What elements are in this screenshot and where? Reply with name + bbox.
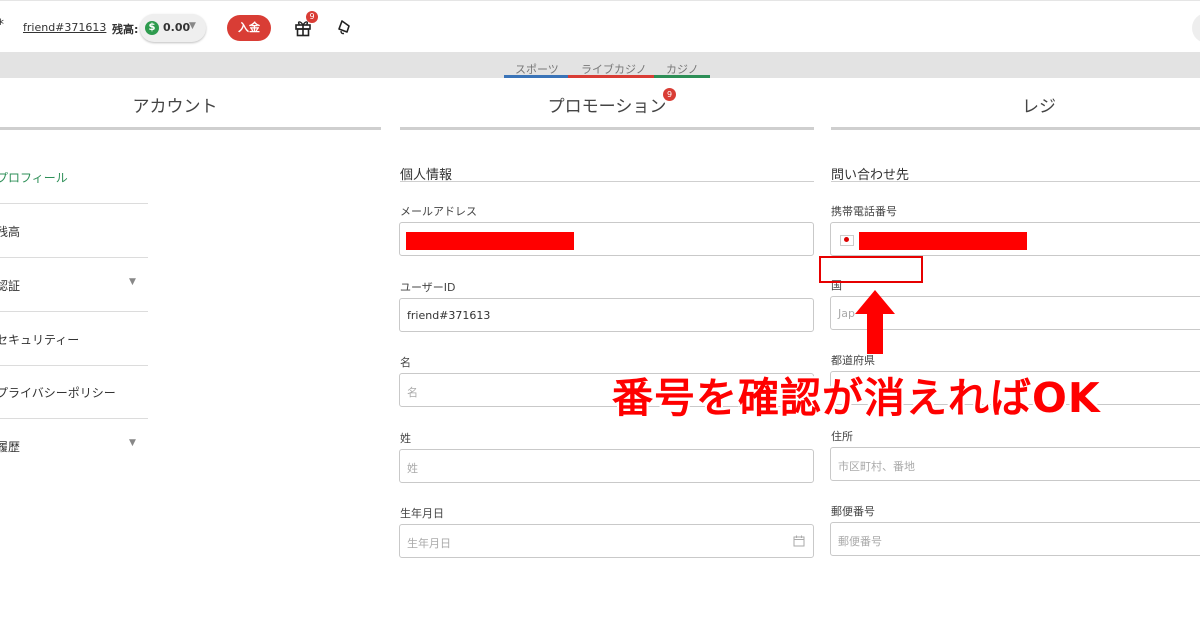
balance-dropdown[interactable]: $ 0.00 ▼: [140, 14, 206, 42]
category-nav: スポーツ ライブカジノ カジノ: [0, 52, 1200, 78]
birthdate-label: 生年月日: [400, 507, 444, 520]
email-label: メールアドレス: [400, 205, 477, 218]
postal-label: 郵便番号: [831, 505, 875, 518]
top-bar: * friend#371613 残高: $ 0.00 ▼ 入金 9: [0, 0, 1200, 53]
menu-icon[interactable]: *: [0, 17, 4, 33]
chevron-down-icon: ▼: [129, 277, 136, 287]
tab-cashier[interactable]: レジ: [831, 92, 1200, 117]
country-value: Jap: [838, 307, 855, 320]
sidebar-item-label: 残高: [0, 225, 21, 239]
sidebar-item-verification[interactable]: 認証 ▼: [0, 258, 148, 312]
contact-divider: [831, 181, 1200, 182]
user-id-link[interactable]: friend#371613: [23, 21, 106, 34]
redaction-bar: [406, 232, 574, 250]
arrow-up-icon: [855, 290, 895, 354]
tab-sports-underline: [504, 75, 568, 78]
user-id-field[interactable]: friend#371613: [399, 298, 814, 332]
deposit-button[interactable]: 入金: [227, 15, 271, 41]
chevron-down-icon: ▼: [189, 21, 196, 31]
sidebar-item-label: 認証: [0, 279, 21, 293]
sidebar-item-history[interactable]: 履歴 ▼: [0, 419, 148, 472]
sidebar-item-security[interactable]: セキュリティー: [0, 312, 148, 366]
promotion-count-badge: 9: [663, 88, 676, 101]
chevron-down-icon: ▼: [129, 438, 136, 448]
redaction-bar: [859, 232, 1027, 250]
sidebar-item-profile[interactable]: プロフィール: [0, 150, 148, 204]
calendar-icon[interactable]: [793, 535, 805, 547]
promotion-divider: [400, 127, 814, 130]
sidebar-item-label: プロフィール: [0, 171, 68, 185]
sidebar-item-label: 履歴: [0, 440, 21, 454]
tab-promotion[interactable]: プロモーション: [400, 92, 814, 117]
bell-icon[interactable]: [336, 18, 354, 36]
last-name-label: 姓: [400, 432, 411, 445]
balance-label: 残高:: [112, 23, 139, 36]
balance-value: 0.00: [163, 21, 191, 34]
gift-count-badge: 9: [306, 11, 318, 23]
tab-live-casino-underline: [568, 75, 654, 78]
phone-label: 携帯電話番号: [831, 205, 897, 218]
sidebar-item-label: セキュリティー: [0, 333, 80, 347]
annotation-text: 番号を確認が消えればOK: [612, 374, 1101, 422]
postal-field[interactable]: 郵便番号: [830, 522, 1200, 556]
sidebar-item-privacy[interactable]: プライバシーポリシー: [0, 365, 148, 419]
last-name-placeholder: 姓: [407, 462, 418, 475]
user-id-label: ユーザーID: [400, 281, 456, 294]
address-field[interactable]: 市区町村、番地: [830, 447, 1200, 481]
first-name-placeholder: 名: [407, 386, 418, 399]
annotation-highlight-box: [819, 256, 923, 283]
tab-account[interactable]: アカウント: [0, 92, 350, 117]
tab-casino-underline: [654, 75, 710, 78]
account-divider: [0, 127, 381, 130]
cashier-divider: [831, 127, 1200, 130]
birthdate-field[interactable]: 生年月日: [399, 524, 814, 558]
first-name-label: 名: [400, 356, 411, 369]
phone-field[interactable]: [830, 222, 1200, 256]
search-button[interactable]: [1192, 13, 1200, 43]
email-field[interactable]: [399, 222, 814, 256]
address-label: 住所: [831, 430, 853, 443]
sidebar-item-label: プライバシーポリシー: [0, 386, 116, 400]
last-name-field[interactable]: 姓: [399, 449, 814, 483]
user-id-value: friend#371613: [407, 309, 491, 322]
postal-placeholder: 郵便番号: [838, 535, 882, 548]
personal-info-divider: [400, 181, 814, 182]
japan-flag-icon[interactable]: [840, 235, 854, 246]
sidebar-item-balance[interactable]: 残高: [0, 204, 148, 258]
dollar-icon: $: [145, 21, 159, 35]
address-placeholder: 市区町村、番地: [838, 460, 915, 473]
birthdate-placeholder: 生年月日: [407, 537, 451, 550]
